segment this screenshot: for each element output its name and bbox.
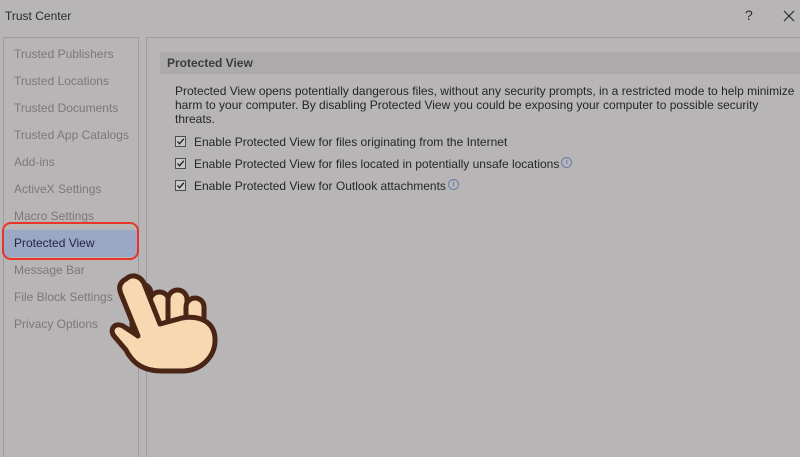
outlook-attachments-checkbox[interactable] (175, 180, 186, 191)
title-bar: Trust Center ? (0, 0, 800, 32)
sidebar-item-add-ins[interactable]: Add-ins (4, 149, 138, 176)
help-icon[interactable]: ? (745, 7, 753, 23)
section-title: Protected View (167, 56, 253, 70)
sidebar-item-trusted-locations[interactable]: Trusted Locations (4, 68, 138, 95)
outlook-attachments-label: Enable Protected View for Outlook attach… (194, 179, 446, 193)
checkmark-icon (177, 138, 185, 145)
info-icon[interactable]: i (447, 179, 459, 190)
sidebar-item-trusted-publishers[interactable]: Trusted Publishers (4, 41, 138, 68)
internet-files-label: Enable Protected View for files originat… (194, 135, 508, 149)
outlook-attachments-label-wrap: Enable Protected View for Outlook attach… (194, 179, 459, 193)
close-icon[interactable] (781, 8, 797, 24)
sidebar-item-trusted-documents[interactable]: Trusted Documents (4, 95, 138, 122)
section-header: Protected View (160, 52, 800, 74)
highlight-ring (2, 222, 139, 260)
unsafe-locations-label: Enable Protected View for files located … (194, 157, 560, 171)
pointing-hand-icon (109, 273, 218, 374)
unsafe-locations-checkbox[interactable] (175, 158, 186, 169)
internet-files-checkbox[interactable] (175, 136, 186, 147)
window-title: Trust Center (5, 9, 72, 23)
checkmark-icon (177, 182, 185, 189)
unsafe-locations-label-wrap: Enable Protected View for files located … (194, 157, 573, 171)
info-icon[interactable]: i (561, 157, 573, 168)
sidebar-item-trusted-app-catalogs[interactable]: Trusted App Catalogs (4, 122, 138, 149)
description-text: Protected View opens potentially dangero… (175, 84, 795, 126)
checkmark-icon (177, 160, 185, 167)
sidebar-item-activex-settings[interactable]: ActiveX Settings (4, 176, 138, 203)
